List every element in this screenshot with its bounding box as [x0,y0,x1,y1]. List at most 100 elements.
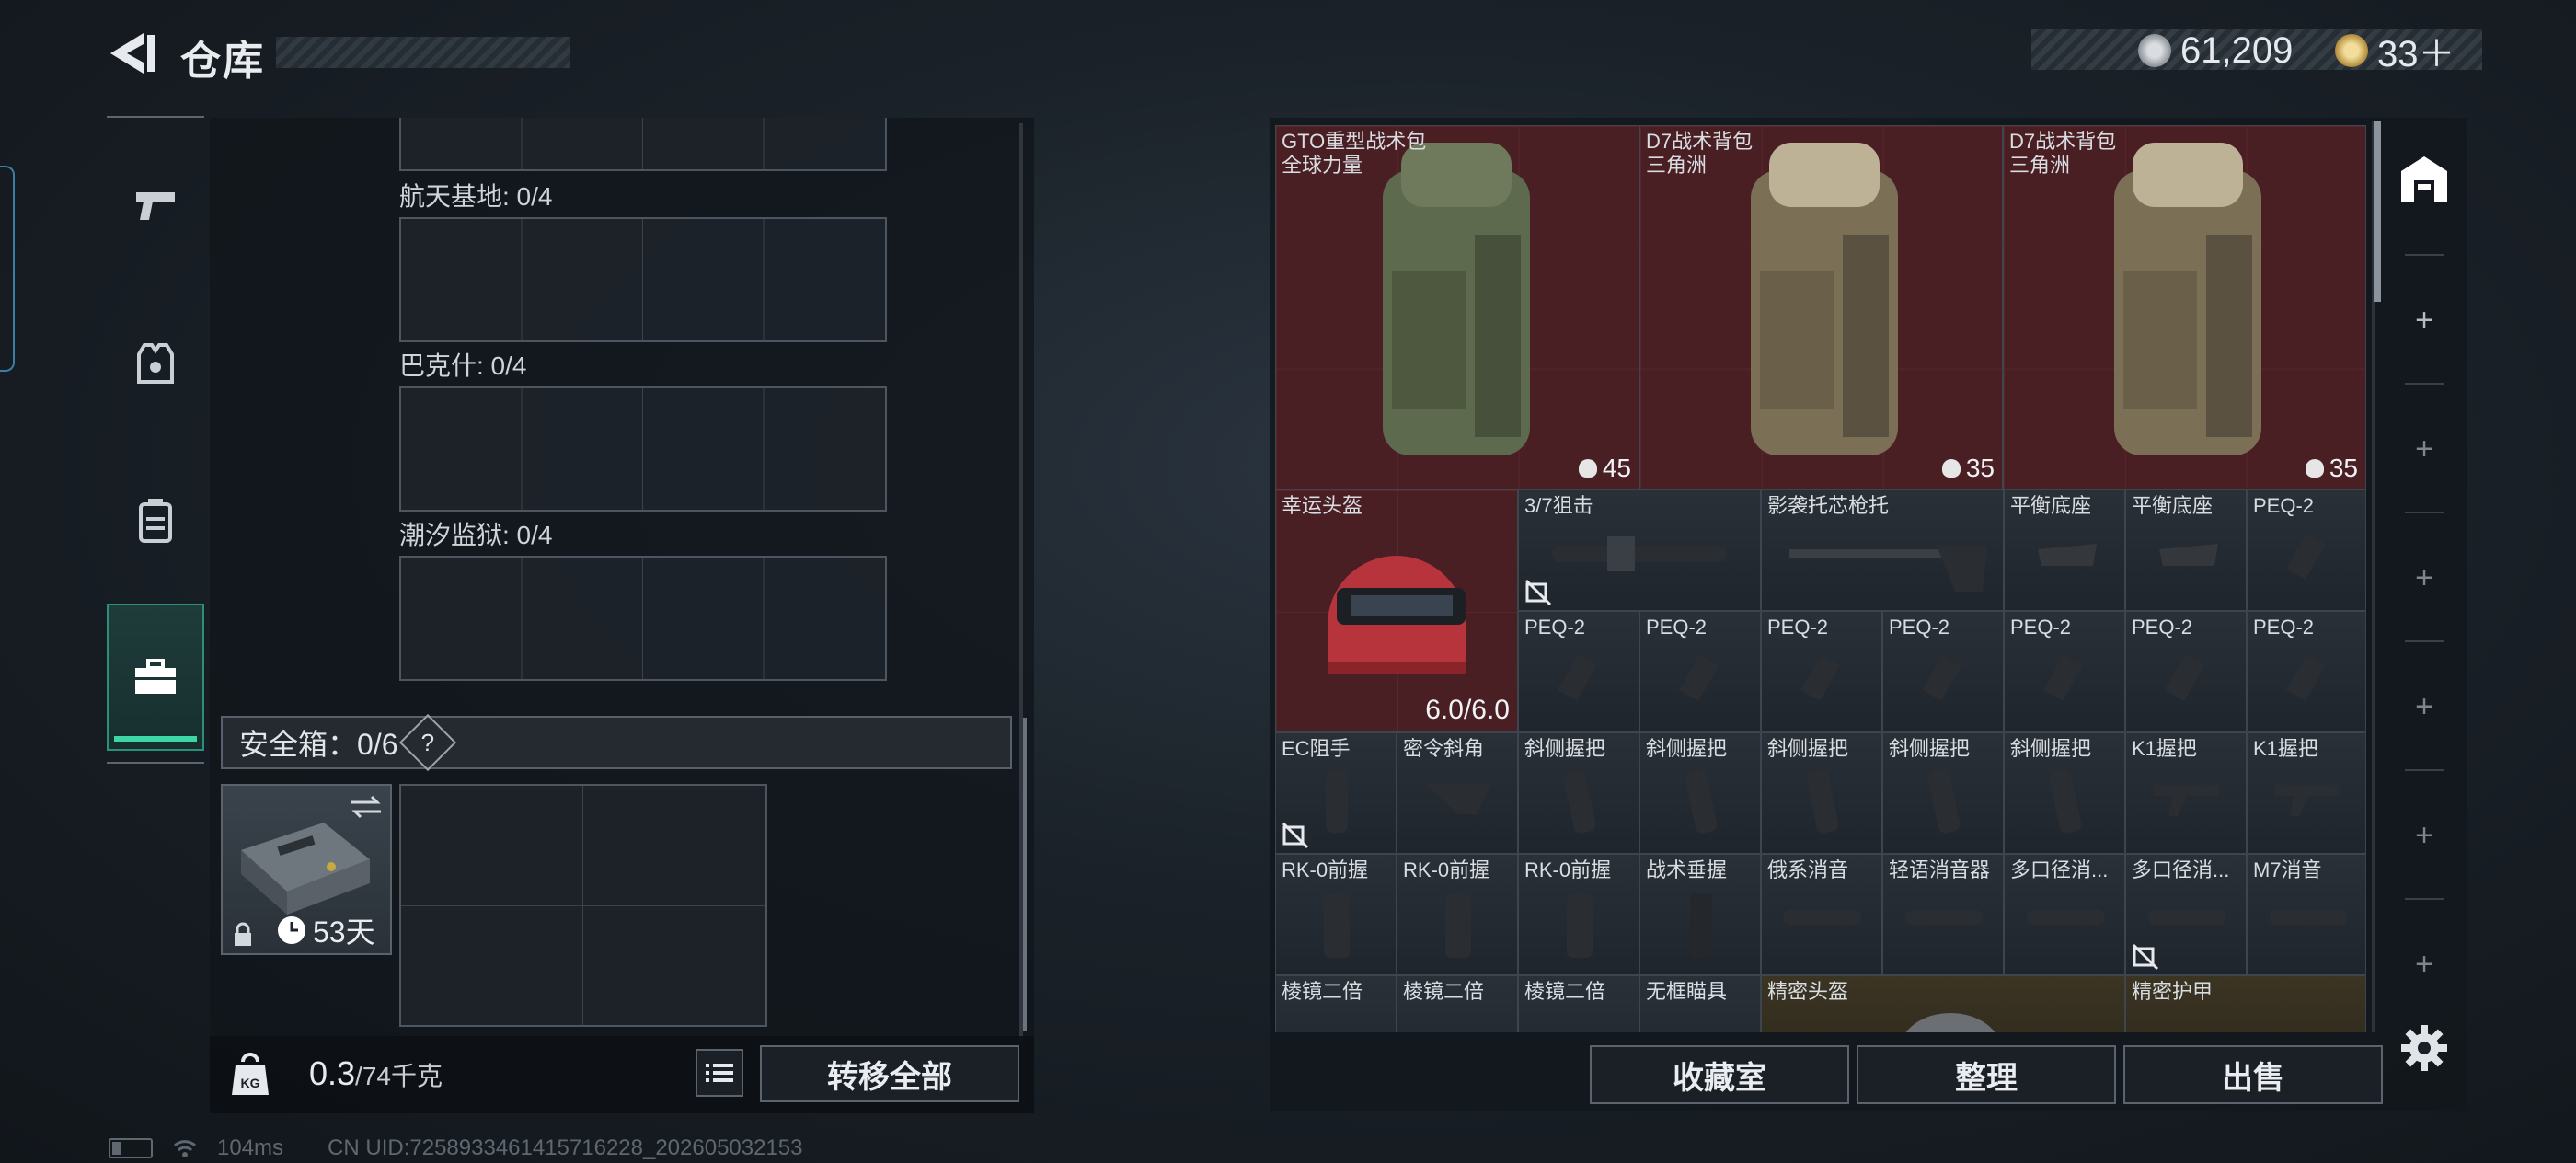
no-trade-icon [2132,943,2159,971]
nav-toolbox[interactable] [107,604,204,751]
no-trade-icon [1282,822,1309,849]
collection-room-button[interactable]: 收藏室 [1590,1045,1849,1104]
pistol-icon [136,192,175,220]
stash-item-optic[interactable]: 棱镜二倍 [1397,975,1518,1032]
item-name: 斜侧握把 [2010,737,2092,760]
nav-armor[interactable] [107,294,204,432]
map-slots-partial[interactable] [399,118,887,171]
stash-item-foregrip[interactable]: 战术垂握 [1639,854,1761,975]
laser-image [2286,654,2326,701]
map-slots[interactable] [399,217,887,342]
category-nav [107,118,204,771]
stash-item-grip[interactable]: K1握把 [2125,732,2247,854]
stash-item-grip[interactable]: 斜侧握把 [1761,732,1882,854]
sell-button[interactable]: 出售 [2123,1045,2383,1104]
map-label: 巴克什: 0/4 [399,351,527,380]
swap-icon[interactable] [348,793,385,821]
foregrip-image [1324,893,1350,958]
stash-item-stock[interactable]: 影袭托芯枪托 [1761,489,2004,611]
stash-item-helmet[interactable]: 精密头盔 [1761,975,2125,1032]
stash-item-grip[interactable]: 斜侧握把 [1518,732,1639,854]
stash-item-grip[interactable]: 斜侧握把 [1882,732,2004,854]
stash-item-backpack[interactable]: GTO重型战术包 全球力量 45 [1275,125,1639,489]
stash-item-scope[interactable]: 3/7狙击 [1518,489,1761,611]
suppressor-image [2027,910,2104,925]
stash-item-grip[interactable]: 密令斜角 [1397,732,1518,854]
weight-icon: KG [232,1053,269,1095]
item-name: 斜侧握把 [1767,737,1849,760]
stash-item-grip[interactable]: 斜侧握把 [1639,732,1761,854]
item-name: PEQ-2 [2010,616,2072,639]
map-slots[interactable] [399,556,887,681]
k1-grip-image [2275,785,2341,816]
stash-item-laser[interactable]: PEQ-2 [1882,611,2004,732]
side-drawer-tab[interactable] [0,166,15,372]
currency-premium[interactable]: 33＋ [2335,28,2455,75]
stash-item-laser[interactable]: PEQ-2 [2247,611,2366,732]
item-name: 斜侧握把 [1646,737,1728,760]
item-durability: 6.0/6.0 [1425,695,1510,725]
scrollbar-thumb[interactable] [2374,121,2381,302]
map-slots[interactable] [399,386,887,512]
stash-item-laser[interactable]: PEQ-2 [2125,611,2247,732]
stash-item-helmet[interactable]: 幸运头盔 6.0/6.0 [1275,489,1518,732]
add-tab-button[interactable]: + [2388,688,2460,725]
transfer-all-button[interactable]: 转移全部 [760,1045,1019,1102]
nav-weapons[interactable] [107,136,204,274]
stash-item-foregrip[interactable]: RK-0前握 [1518,854,1639,975]
stash-item-suppressor[interactable]: M7消音 [2247,854,2366,975]
tab-divider [2405,383,2444,385]
add-tab-button[interactable]: + [2388,559,2460,596]
vertical-grip-image [1690,893,1712,958]
tab-divider [2405,254,2444,256]
item-name: 幸运头盔 [1282,494,1363,517]
grip-image [1806,769,1839,834]
stash-item-suppressor[interactable]: 轻语消音器 [1882,854,2004,975]
stash-item-suppressor[interactable]: 多口径消... [2125,854,2247,975]
stash-item-backpack[interactable]: D7战术背包 三角洲 35 [1639,125,2003,489]
stash-item-backpack[interactable]: D7战术背包 三角洲 35 [2003,125,2366,489]
add-tab-button[interactable]: + [2388,946,2460,983]
stash-item-laser[interactable]: PEQ-2 [1639,611,1761,732]
nav-backpack[interactable] [107,451,204,589]
stash-item-bipod[interactable]: 平衡底座 [2125,489,2247,611]
stash-item-armor[interactable]: 精密护甲 [2125,975,2366,1032]
item-name: 平衡底座 [2010,494,2092,517]
warehouse-icon[interactable] [2398,153,2451,206]
suppressor-image [1784,910,1861,925]
organize-button[interactable]: 整理 [1857,1045,2116,1104]
stash-item-suppressor[interactable]: 多口径消... [2004,854,2125,975]
page-title: 仓库 [180,39,265,84]
add-tab-button[interactable]: + [2388,302,2460,339]
stash-item-optic[interactable]: 棱镜二倍 [1518,975,1639,1032]
help-button[interactable]: ? [398,713,456,772]
item-name: 精密头盔 [1767,980,1849,1003]
add-tab-button[interactable]: + [2388,431,2460,467]
suppressor-image [1905,910,1983,925]
stash-item-grip[interactable]: K1握把 [2247,732,2366,854]
bipod-image [2159,544,2218,566]
safe-box-slots[interactable] [399,784,767,1027]
currency-premium-value: 33＋ [2377,34,2455,75]
stash-item-laser[interactable]: PEQ-2 [2247,489,2366,611]
item-name: 3/7狙击 [1524,494,1593,517]
foregrip-image [1445,893,1471,958]
stash-item-foregrip[interactable]: RK-0前握 [1397,854,1518,975]
grip-image [1326,770,1348,833]
add-tab-button[interactable]: + [2388,817,2460,854]
settings-gear-icon[interactable] [2399,1023,2449,1073]
stash-item-laser[interactable]: PEQ-2 [1518,611,1639,732]
scrollbar-thumb[interactable] [1023,718,1027,1031]
item-name: D7战术背包 三角洲 [2009,130,2117,177]
stash-item-optic[interactable]: 无框瞄具 [1639,975,1761,1032]
stash-item-grip[interactable]: 斜侧握把 [2004,732,2125,854]
stash-item-bipod[interactable]: 平衡底座 [2004,489,2125,611]
stash-item-optic[interactable]: 棱镜二倍 [1275,975,1397,1032]
stash-item-laser[interactable]: PEQ-2 [2004,611,2125,732]
stash-item-foregrip[interactable]: RK-0前握 [1275,854,1397,975]
list-view-button[interactable] [696,1049,743,1097]
stash-item-laser[interactable]: PEQ-2 [1761,611,1882,732]
stash-item-grip[interactable]: EC阻手 [1275,732,1397,854]
back-icon[interactable] [103,26,158,81]
stash-item-suppressor[interactable]: 俄系消音 [1761,854,1882,975]
